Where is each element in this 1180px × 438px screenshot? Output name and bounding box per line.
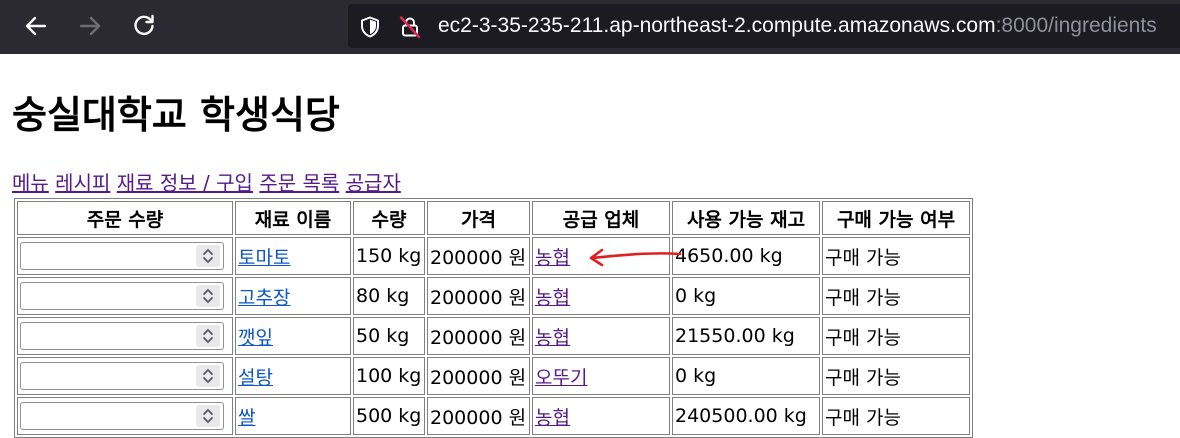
reload-button[interactable] (127, 9, 161, 43)
availability-cell: 구매 가능 (822, 237, 970, 275)
supplier-link[interactable]: 농협 (535, 247, 570, 269)
quantity-cell: 150 kg (353, 237, 425, 275)
price-cell: 200000 원 (427, 317, 530, 355)
header-supplier: 공급 업체 (532, 201, 670, 235)
stock-cell: 0 kg (672, 357, 820, 395)
table-header-row: 주문 수량 재료 이름 수량 가격 공급 업체 사용 가능 재고 구매 가능 여… (17, 201, 970, 235)
order-qty-input[interactable] (20, 242, 224, 270)
url-text[interactable]: ec2-3-35-235-211.ap-northeast-2.compute.… (438, 4, 1157, 48)
supplier-link[interactable]: 오뚜기 (535, 367, 587, 389)
order-qty-cell (17, 277, 233, 315)
price-cell: 200000 원 (427, 357, 530, 395)
spinner-arrows-icon[interactable] (196, 365, 220, 387)
supplier-cell: 농협 (532, 277, 670, 315)
availability-cell: 구매 가능 (822, 277, 970, 315)
stock-cell: 21550.00 kg (672, 317, 820, 355)
supplier-link[interactable]: 농협 (535, 327, 570, 349)
ingredient-link[interactable]: 고추장 (238, 287, 290, 309)
table-row: 토마토 150 kg 200000 원 농협 4650.00 kg 구매 가능 (17, 237, 970, 275)
header-order-qty: 주문 수량 (17, 201, 233, 235)
nav-link-recipes[interactable]: 레시피 (55, 171, 110, 195)
header-quantity: 수량 (353, 201, 425, 235)
header-availability: 구매 가능 여부 (822, 201, 970, 235)
reload-icon (134, 14, 154, 36)
availability-cell: 구매 가능 (822, 317, 970, 355)
ingredient-name-cell: 깻잎 (235, 317, 351, 355)
back-icon (25, 16, 47, 36)
table-row: 쌀 500 kg 200000 원 농협 240500.00 kg 구매 가능 (17, 397, 970, 435)
availability-cell: 구매 가능 (822, 357, 970, 395)
order-qty-cell (17, 357, 233, 395)
supplier-cell: 농협 (532, 317, 670, 355)
supplier-link[interactable]: 농협 (535, 407, 570, 429)
ingredient-link[interactable]: 깻잎 (238, 327, 273, 349)
forward-icon (79, 16, 101, 36)
quantity-cell: 500 kg (353, 397, 425, 435)
quantity-cell: 80 kg (353, 277, 425, 315)
url-host: ec2-3-35-235-211.ap-northeast-2.compute.… (438, 14, 996, 37)
ingredient-link[interactable]: 쌀 (238, 407, 255, 429)
order-qty-input[interactable] (20, 362, 224, 390)
quantity-cell: 100 kg (353, 357, 425, 395)
order-qty-input[interactable] (20, 322, 224, 350)
price-cell: 200000 원 (427, 277, 530, 315)
back-button[interactable] (19, 9, 53, 43)
supplier-link[interactable]: 농협 (535, 287, 570, 309)
spinner-arrows-icon[interactable] (196, 325, 220, 347)
top-nav: 메뉴 레시피 재료 정보 / 구입 주문 목록 공급자 (12, 168, 401, 198)
header-stock: 사용 가능 재고 (672, 201, 820, 235)
spinner-arrows-icon[interactable] (196, 285, 220, 307)
ingredient-link[interactable]: 설탕 (238, 367, 273, 389)
ingredient-name-cell: 쌀 (235, 397, 351, 435)
nav-link-suppliers[interactable]: 공급자 (346, 171, 401, 195)
ingredient-name-cell: 토마토 (235, 237, 351, 275)
table-row: 설탕 100 kg 200000 원 오뚜기 0 kg 구매 가능 (17, 357, 970, 395)
nav-link-ingredients[interactable]: 재료 정보 / 구입 (117, 171, 253, 195)
supplier-cell: 농협 (532, 397, 670, 435)
stock-cell: 0 kg (672, 277, 820, 315)
supplier-cell: 오뚜기 (532, 357, 670, 395)
nav-link-orders[interactable]: 주문 목록 (259, 171, 339, 195)
address-bar[interactable]: ec2-3-35-235-211.ap-northeast-2.compute.… (348, 4, 1180, 48)
table-row: 깻잎 50 kg 200000 원 농협 21550.00 kg 구매 가능 (17, 317, 970, 355)
ingredient-name-cell: 설탕 (235, 357, 351, 395)
order-qty-cell (17, 237, 233, 275)
forward-button[interactable] (73, 9, 107, 43)
order-qty-cell (17, 317, 233, 355)
header-price: 가격 (427, 201, 530, 235)
price-cell: 200000 원 (427, 397, 530, 435)
table-row: 고추장 80 kg 200000 원 농협 0 kg 구매 가능 (17, 277, 970, 315)
red-arrow-annotation (589, 248, 682, 267)
spinner-arrows-icon[interactable] (196, 245, 220, 267)
price-cell: 200000 원 (427, 237, 530, 275)
insecure-lock-icon[interactable] (398, 15, 422, 39)
order-qty-cell (17, 397, 233, 435)
quantity-cell: 50 kg (353, 317, 425, 355)
stock-cell: 4650.00 kg (672, 237, 820, 275)
url-path: :8000/ingredients (995, 14, 1157, 37)
shield-icon[interactable] (358, 15, 382, 39)
header-ingredient-name: 재료 이름 (235, 201, 351, 235)
availability-cell: 구매 가능 (822, 397, 970, 435)
ingredients-table: 주문 수량 재료 이름 수량 가격 공급 업체 사용 가능 재고 구매 가능 여… (14, 198, 973, 438)
page-title: 숭실대학교 학생식당 (12, 93, 340, 137)
browser-toolbar: ec2-3-35-235-211.ap-northeast-2.compute.… (0, 0, 1180, 54)
stock-cell: 240500.00 kg (672, 397, 820, 435)
order-qty-input[interactable] (20, 282, 224, 310)
nav-link-menu[interactable]: 메뉴 (12, 171, 49, 195)
ingredient-name-cell: 고추장 (235, 277, 351, 315)
spinner-arrows-icon[interactable] (196, 405, 220, 427)
ingredient-link[interactable]: 토마토 (238, 247, 290, 269)
